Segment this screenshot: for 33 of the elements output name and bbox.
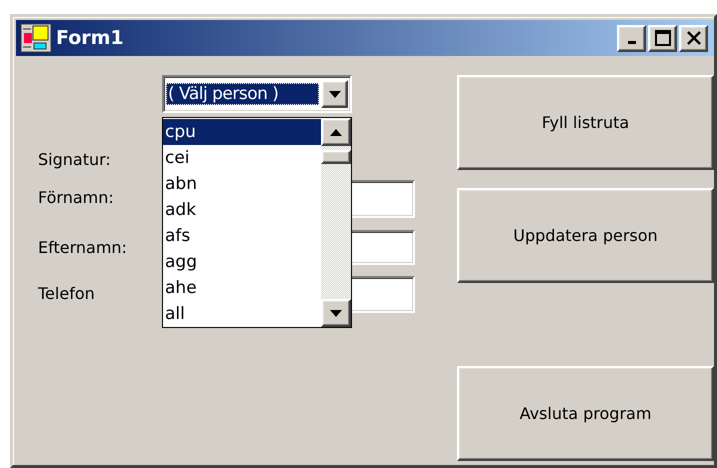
list-item[interactable]: agg: [163, 249, 321, 275]
scroll-up-button[interactable]: [321, 118, 351, 146]
list-item[interactable]: all: [163, 301, 321, 327]
person-combo-box[interactable]: ( Välj person ): [162, 75, 352, 113]
scroll-down-button[interactable]: [321, 299, 351, 327]
scroll-thumb[interactable]: [321, 150, 351, 164]
field-label: Telefon: [38, 284, 96, 303]
maximize-button[interactable]: [648, 24, 677, 52]
form-button[interactable]: Avsluta program: [457, 366, 714, 461]
maximize-icon: [654, 30, 670, 46]
field-label: Signatur:: [38, 150, 112, 169]
caret-up-icon: [330, 128, 342, 136]
form-button[interactable]: Uppdatera person: [457, 188, 714, 283]
minimize-button[interactable]: [617, 24, 646, 52]
minimize-icon: [628, 41, 636, 44]
list-item[interactable]: cei: [163, 145, 321, 171]
close-button[interactable]: [679, 24, 708, 52]
form-button[interactable]: Fyll listruta: [457, 75, 714, 170]
combo-value: ( Välj person ): [166, 83, 319, 105]
window-title: Form1: [56, 27, 125, 49]
list-item[interactable]: ahe: [163, 275, 321, 301]
close-icon: [686, 31, 700, 45]
field-label: Efternamn:: [38, 238, 128, 257]
caret-down-icon: [330, 310, 342, 316]
caret-down-icon: [328, 90, 340, 98]
list-item[interactable]: abn: [163, 171, 321, 197]
list-item[interactable]: afs: [163, 223, 321, 249]
dropdown-button[interactable]: [321, 80, 348, 108]
app-icon: [20, 23, 52, 53]
scrollbar[interactable]: [321, 118, 351, 327]
list-item[interactable]: cpu: [163, 119, 321, 145]
field-label: Förnamn:: [38, 188, 115, 207]
list-item[interactable]: adk: [163, 197, 321, 223]
